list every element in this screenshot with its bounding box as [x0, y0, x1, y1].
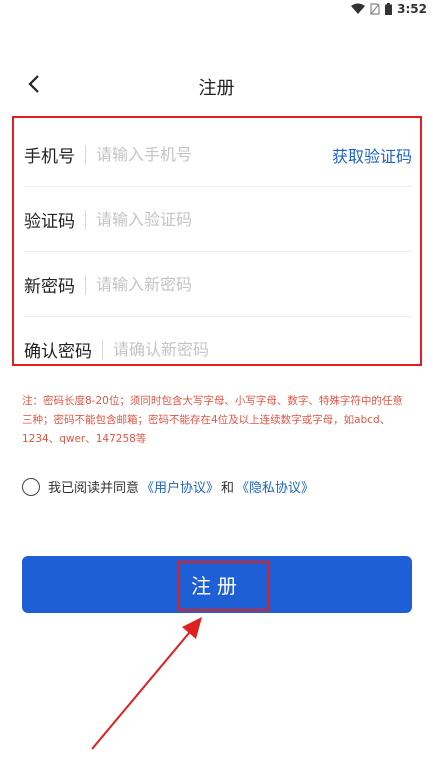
new-password-label: 新密码 [24, 277, 75, 297]
phone-input[interactable] [96, 145, 332, 164]
confirm-password-row: 确认密码 [24, 317, 412, 382]
code-row: 验证码 [24, 187, 412, 252]
confirm-password-input[interactable] [113, 340, 412, 359]
code-separator [85, 209, 86, 230]
no-sim-icon [370, 3, 380, 15]
code-label: 验证码 [24, 212, 75, 232]
agreement-checkbox[interactable] [22, 477, 40, 496]
status-bar: 3:52 [0, 0, 433, 22]
phone-row: 手机号 获取验证码 [24, 122, 412, 187]
confirm-password-label: 确认密码 [24, 342, 92, 362]
privacy-agreement-link[interactable]: 《隐私协议》 [236, 477, 314, 496]
agreement-and: 和 [221, 481, 235, 496]
new-password-row: 新密码 [24, 252, 412, 317]
register-button-label: 注册 [191, 574, 243, 598]
code-input[interactable] [96, 210, 412, 229]
wifi-icon [351, 3, 366, 15]
new-password-separator [85, 274, 86, 295]
annotation-arrow-icon [91, 617, 202, 750]
confirm-password-separator [102, 339, 103, 360]
new-password-input[interactable] [96, 275, 412, 294]
battery-icon [385, 3, 393, 15]
phone-label: 手机号 [24, 147, 75, 167]
get-code-button[interactable]: 获取验证码 [332, 143, 412, 167]
agreement-text: 我已阅读并同意 [48, 481, 140, 496]
register-form: 手机号 获取验证码 验证码 新密码 确认密码 [12, 116, 422, 366]
password-rules-note: 注：密码长度8-20位；须同时包含大写字母、小写字母、数字、特殊字符中的任意三种… [22, 395, 403, 445]
header: 注册 [0, 66, 433, 106]
phone-separator [85, 144, 86, 165]
status-icons: 3:52 [351, 2, 427, 16]
agreement-row: 我已阅读并同意 《用户协议》 和 《隐私协议》 [22, 477, 314, 496]
clock-time: 3:52 [397, 2, 427, 16]
page-title: 注册 [198, 78, 235, 99]
user-agreement-link[interactable]: 《用户协议》 [141, 477, 219, 496]
